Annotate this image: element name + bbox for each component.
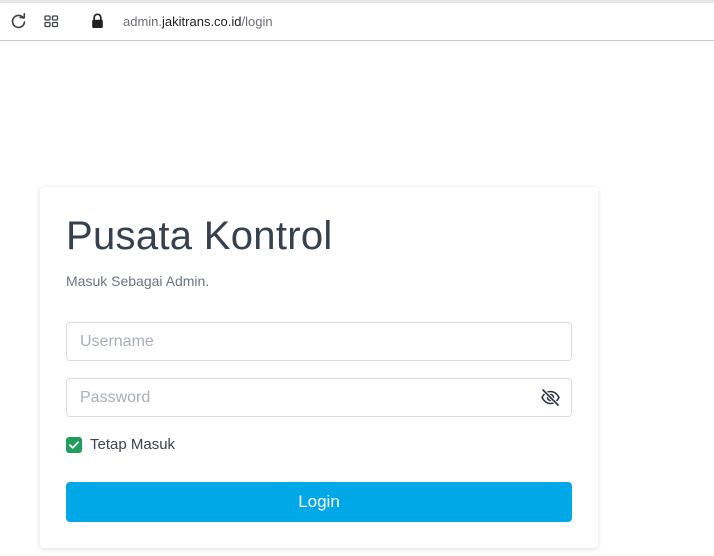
url-text[interactable]: admin.jakitrans.co.id/login xyxy=(123,14,273,30)
remember-checkbox[interactable] xyxy=(66,436,82,453)
username-input[interactable] xyxy=(66,322,572,361)
url-host: jakitrans.co.id xyxy=(162,14,242,29)
eye-slash-icon[interactable] xyxy=(540,387,561,408)
browser-address-bar[interactable]: admin.jakitrans.co.id/login xyxy=(0,3,714,41)
lock-icon[interactable] xyxy=(91,13,104,29)
apps-icon[interactable] xyxy=(44,14,59,29)
reload-icon[interactable] xyxy=(10,13,27,30)
url-prefix: admin. xyxy=(123,14,163,29)
page-title: Pusata Kontrol xyxy=(66,214,333,258)
login-button[interactable]: Login xyxy=(66,482,572,522)
remember-label: Tetap Masuk xyxy=(90,436,176,453)
check-icon xyxy=(69,440,79,449)
password-input[interactable] xyxy=(66,378,572,417)
login-card: Pusata Kontrol Masuk Sebagai Admin. Teta… xyxy=(40,187,598,548)
page-subtitle: Masuk Sebagai Admin. xyxy=(66,273,210,289)
remember-me[interactable]: Tetap Masuk xyxy=(66,436,175,453)
url-path: /login xyxy=(241,14,273,29)
